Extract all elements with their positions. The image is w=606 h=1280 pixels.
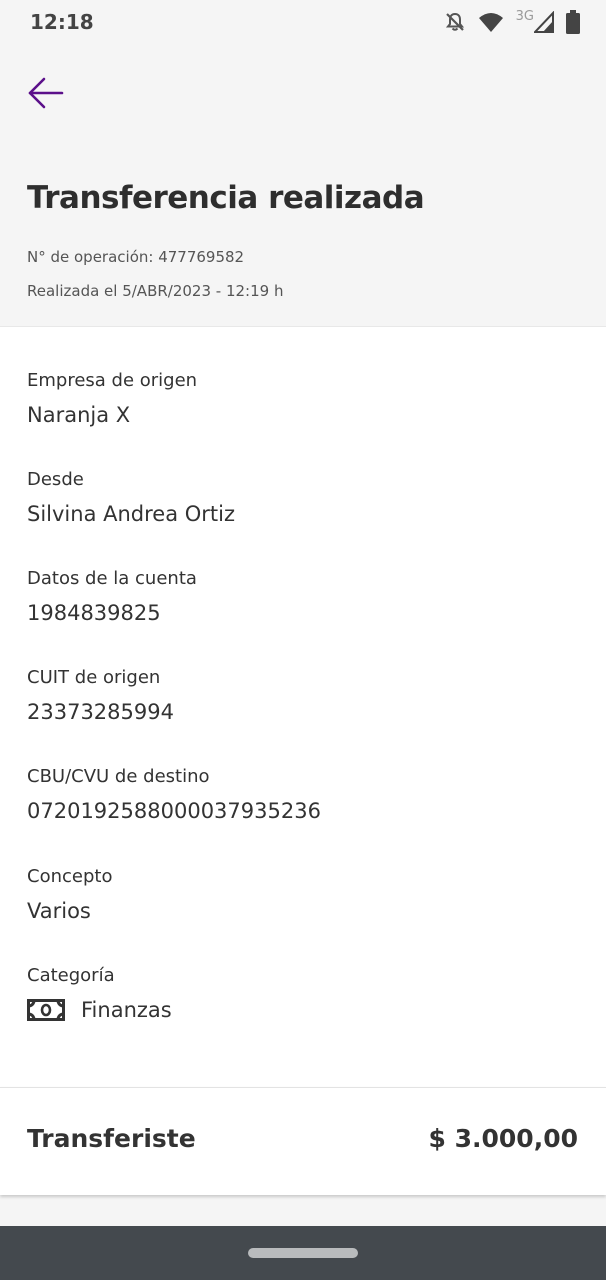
- notifications-off-icon: [445, 12, 464, 31]
- transfer-amount: $ 3.000,00: [428, 1124, 578, 1153]
- detail-value: Naranja X: [27, 403, 131, 427]
- header: Transferencia realizada N° de operación:…: [0, 44, 606, 327]
- summary-card: Transferiste $ 3.000,00: [0, 1087, 606, 1195]
- detail-origin-company: Empresa de origen Naranja X: [27, 369, 197, 429]
- detail-label: Desde: [27, 469, 84, 490]
- detail-value: Finanzas: [81, 998, 172, 1022]
- detail-label: Empresa de origen: [27, 370, 198, 391]
- back-button[interactable]: [22, 72, 70, 114]
- detail-origin-cuit: CUIT de origen 23373285994: [27, 666, 174, 726]
- detail-account-data: Datos de la cuenta 1984839825: [27, 567, 197, 627]
- detail-label: Datos de la cuenta: [27, 568, 197, 589]
- banknote-icon: [27, 999, 65, 1021]
- operation-number: N° de operación: 477769582: [27, 248, 245, 266]
- detail-label: CUIT de origen: [27, 667, 161, 688]
- page-title: Transferencia realizada: [27, 180, 425, 216]
- category-row: Finanzas: [27, 996, 172, 1024]
- operation-date: Realizada el 5/ABR/2023 - 12:19 h: [27, 282, 284, 300]
- detail-destination-cbu: CBU/CVU de destino 072019258800003793523…: [27, 765, 321, 825]
- detail-label: CBU/CVU de destino: [27, 766, 210, 787]
- transfer-details: Empresa de origen Naranja X Desde Silvin…: [0, 327, 606, 1087]
- detail-value: 1984839825: [27, 601, 161, 625]
- detail-from: Desde Silvina Andrea Ortiz: [27, 468, 235, 528]
- detail-value: 23373285994: [27, 700, 174, 724]
- detail-category: Categoría Finanzas: [27, 964, 172, 1024]
- status-icons: 3G: [444, 8, 580, 36]
- wifi-icon: [478, 13, 503, 32]
- arrow-left-icon: [28, 77, 64, 109]
- signal-icon: [534, 11, 554, 33]
- detail-concept: Concepto Varios: [27, 865, 112, 925]
- system-navigation-bar: [0, 1226, 606, 1280]
- status-bar: 12:18 3G: [0, 0, 606, 44]
- detail-label: Concepto: [27, 866, 113, 887]
- home-gesture-handle[interactable]: [248, 1248, 358, 1258]
- battery-icon: [566, 10, 580, 34]
- detail-label: Categoría: [27, 965, 115, 986]
- detail-value: Silvina Andrea Ortiz: [27, 502, 236, 526]
- detail-value: Varios: [27, 899, 91, 923]
- summary-label: Transferiste: [27, 1124, 196, 1153]
- detail-value: 0720192588000037935236: [27, 799, 321, 823]
- network-type-label: 3G: [515, 8, 534, 24]
- status-time: 12:18: [30, 10, 94, 34]
